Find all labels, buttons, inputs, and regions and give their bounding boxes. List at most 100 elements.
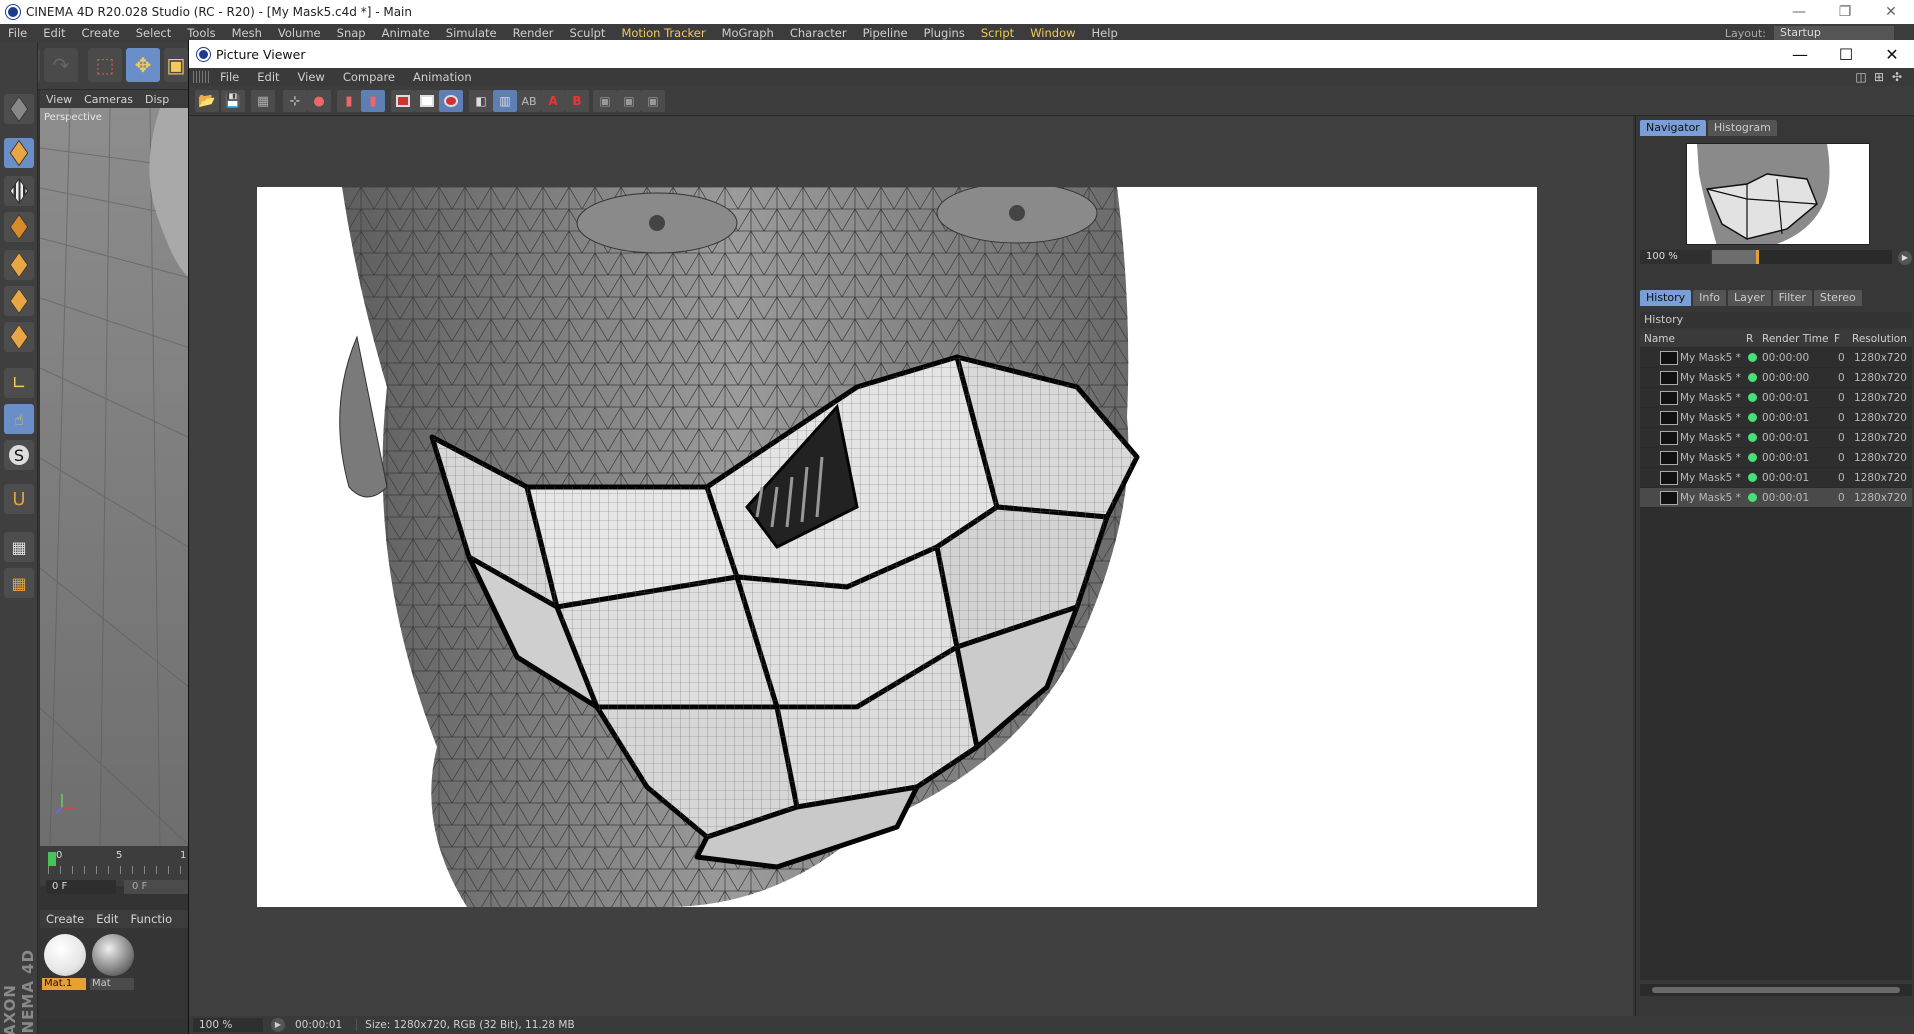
redo-icon[interactable]: ↷ [44,48,78,82]
points-mode-icon[interactable] [4,250,34,280]
pv-menu-animation[interactable]: Animation [404,70,481,84]
current-frame-field[interactable]: 0 F [46,880,116,894]
menu-animate[interactable]: Animate [374,26,438,40]
pv-close-icon[interactable]: ✕ [1869,40,1914,68]
set-ab-icon[interactable]: AB [517,90,541,112]
zoom-fit-icon[interactable]: ▣ [617,90,641,112]
viewport-menu-display[interactable]: Disp [139,93,175,106]
menu-simulate[interactable]: Simulate [438,26,505,40]
pv-menu-file[interactable]: File [211,70,248,84]
col-f[interactable]: F [1834,330,1840,347]
table-row[interactable]: My Mask5 * 00:00:01 0 1280x720 [1640,448,1912,468]
pv-menu-edit[interactable]: Edit [248,70,288,84]
workplane-mode-icon[interactable] [4,212,34,242]
table-row[interactable]: My Mask5 * 00:00:01 0 1280x720 [1640,468,1912,488]
interactive-render-icon[interactable] [439,90,463,112]
zoom-full-icon[interactable]: ▣ [641,90,665,112]
menu-edit[interactable]: Edit [35,26,73,40]
table-row[interactable]: My Mask5 * 00:00:01 0 1280x720 [1640,488,1912,508]
table-row[interactable]: My Mask5 * 00:00:00 0 1280x720 [1640,348,1912,368]
tab-navigator[interactable]: Navigator [1640,120,1706,136]
render-person-icon[interactable]: ● [307,90,331,112]
menu-pipeline[interactable]: Pipeline [855,26,916,40]
navigator-thumbnail[interactable] [1686,143,1870,245]
navigator-zoom-field[interactable]: 100 % [1640,250,1710,264]
menu-create[interactable]: Create [74,26,128,40]
scrollbar-thumb[interactable] [1652,987,1900,993]
panel-expand-icon[interactable]: ⊞ [1872,70,1886,84]
menu-window[interactable]: Window [1022,26,1083,40]
min-frame-field[interactable]: 0 F [124,880,190,894]
snap-magnet-icon[interactable]: U [4,484,34,514]
menu-mograph[interactable]: MoGraph [714,26,782,40]
col-name[interactable]: Name [1644,330,1675,347]
polygons-mode-icon[interactable] [4,322,34,352]
pv-maximize-icon[interactable]: ☐ [1823,40,1869,68]
pv-menu-compare[interactable]: Compare [334,70,404,84]
material-preview-mat1[interactable] [44,934,86,976]
col-render-time[interactable]: Render Time [1762,330,1828,347]
navigator-zoom-slider[interactable] [1712,250,1892,264]
status-play-icon[interactable]: ▶ [271,1018,285,1032]
navigator-play-icon[interactable]: ▶ [1898,251,1912,265]
split-view-icon[interactable]: ▥ [493,90,517,112]
panel-move-icon[interactable]: ✣ [1890,70,1904,84]
ab-compare-icon[interactable]: ◧ [469,90,493,112]
col-resolution[interactable]: Resolution [1852,330,1907,347]
make-editable-icon[interactable] [4,94,34,124]
fit-icon[interactable]: ▣ [593,90,617,112]
menu-sculpt[interactable]: Sculpt [562,26,614,40]
pv-minimize-icon[interactable]: — [1777,40,1823,68]
menu-plugins[interactable]: Plugins [916,26,973,40]
status-zoom-field[interactable]: 100 % [193,1018,263,1032]
material-menu-edit[interactable]: Edit [90,912,124,926]
material-preview-mat[interactable] [92,934,134,976]
menu-tools[interactable]: Tools [179,26,223,40]
panel-layout-icon[interactable]: ◫ [1854,70,1868,84]
region-render-icon[interactable]: ⊹ [283,90,307,112]
tab-histogram[interactable]: Histogram [1707,120,1777,136]
locked-workplane-icon[interactable]: ▦ [4,532,34,562]
tab-stereo[interactable]: Stereo [1813,290,1862,306]
menu-render[interactable]: Render [505,26,562,40]
zoom-slider-handle[interactable] [1756,250,1759,264]
viewport-menu-cameras[interactable]: Cameras [78,93,139,106]
tab-layer[interactable]: Layer [1727,290,1771,306]
menu-select[interactable]: Select [128,26,179,40]
texture-mode-icon[interactable] [4,176,34,206]
scale-tool-icon[interactable]: ▣ [164,48,188,82]
timeline-playhead[interactable] [48,852,56,866]
set-b-icon[interactable]: B [565,90,589,112]
material-menu-create[interactable]: Create [40,912,90,926]
viewport-menu-view[interactable]: View [40,93,78,106]
tab-filter[interactable]: Filter [1772,290,1812,306]
render-to-pv-icon[interactable]: ▮ [337,90,361,112]
table-row[interactable]: My Mask5 * 00:00:01 0 1280x720 [1640,388,1912,408]
solo-mode-icon[interactable]: S [4,440,34,470]
tab-info[interactable]: Info [1693,290,1726,306]
col-r[interactable]: R [1746,330,1753,347]
menu-file[interactable]: File [0,26,35,40]
table-row[interactable]: My Mask5 * 00:00:01 0 1280x720 [1640,408,1912,428]
menu-character[interactable]: Character [782,26,855,40]
grid-icon[interactable]: ▦ [251,90,275,112]
layout-dropdown[interactable]: Startup [1774,26,1894,40]
menu-mesh[interactable]: Mesh [224,26,270,40]
table-row[interactable]: My Mask5 * 00:00:00 0 1280x720 [1640,368,1912,388]
tweak-mode-icon[interactable]: ☝ [4,404,34,434]
perspective-viewport[interactable]: Perspective [40,108,190,846]
history-horizontal-scrollbar[interactable] [1640,984,1912,996]
save-image-icon[interactable]: 💾 [221,90,245,112]
set-a-icon[interactable]: A [541,90,565,112]
close-icon[interactable]: ✕ [1868,0,1914,24]
menu-volume[interactable]: Volume [270,26,329,40]
pv-menu-view[interactable]: View [289,70,334,84]
render-queue-icon[interactable]: ▮ [361,90,385,112]
render-view-icon[interactable] [415,90,439,112]
tab-history[interactable]: History [1640,290,1692,306]
move-tool-icon[interactable]: ✥ [126,48,160,82]
minimize-icon[interactable]: — [1776,0,1822,24]
live-selection-icon[interactable]: ⬚ [88,48,122,82]
model-mode-icon[interactable] [4,138,34,168]
restore-icon[interactable]: ❐ [1822,0,1868,24]
